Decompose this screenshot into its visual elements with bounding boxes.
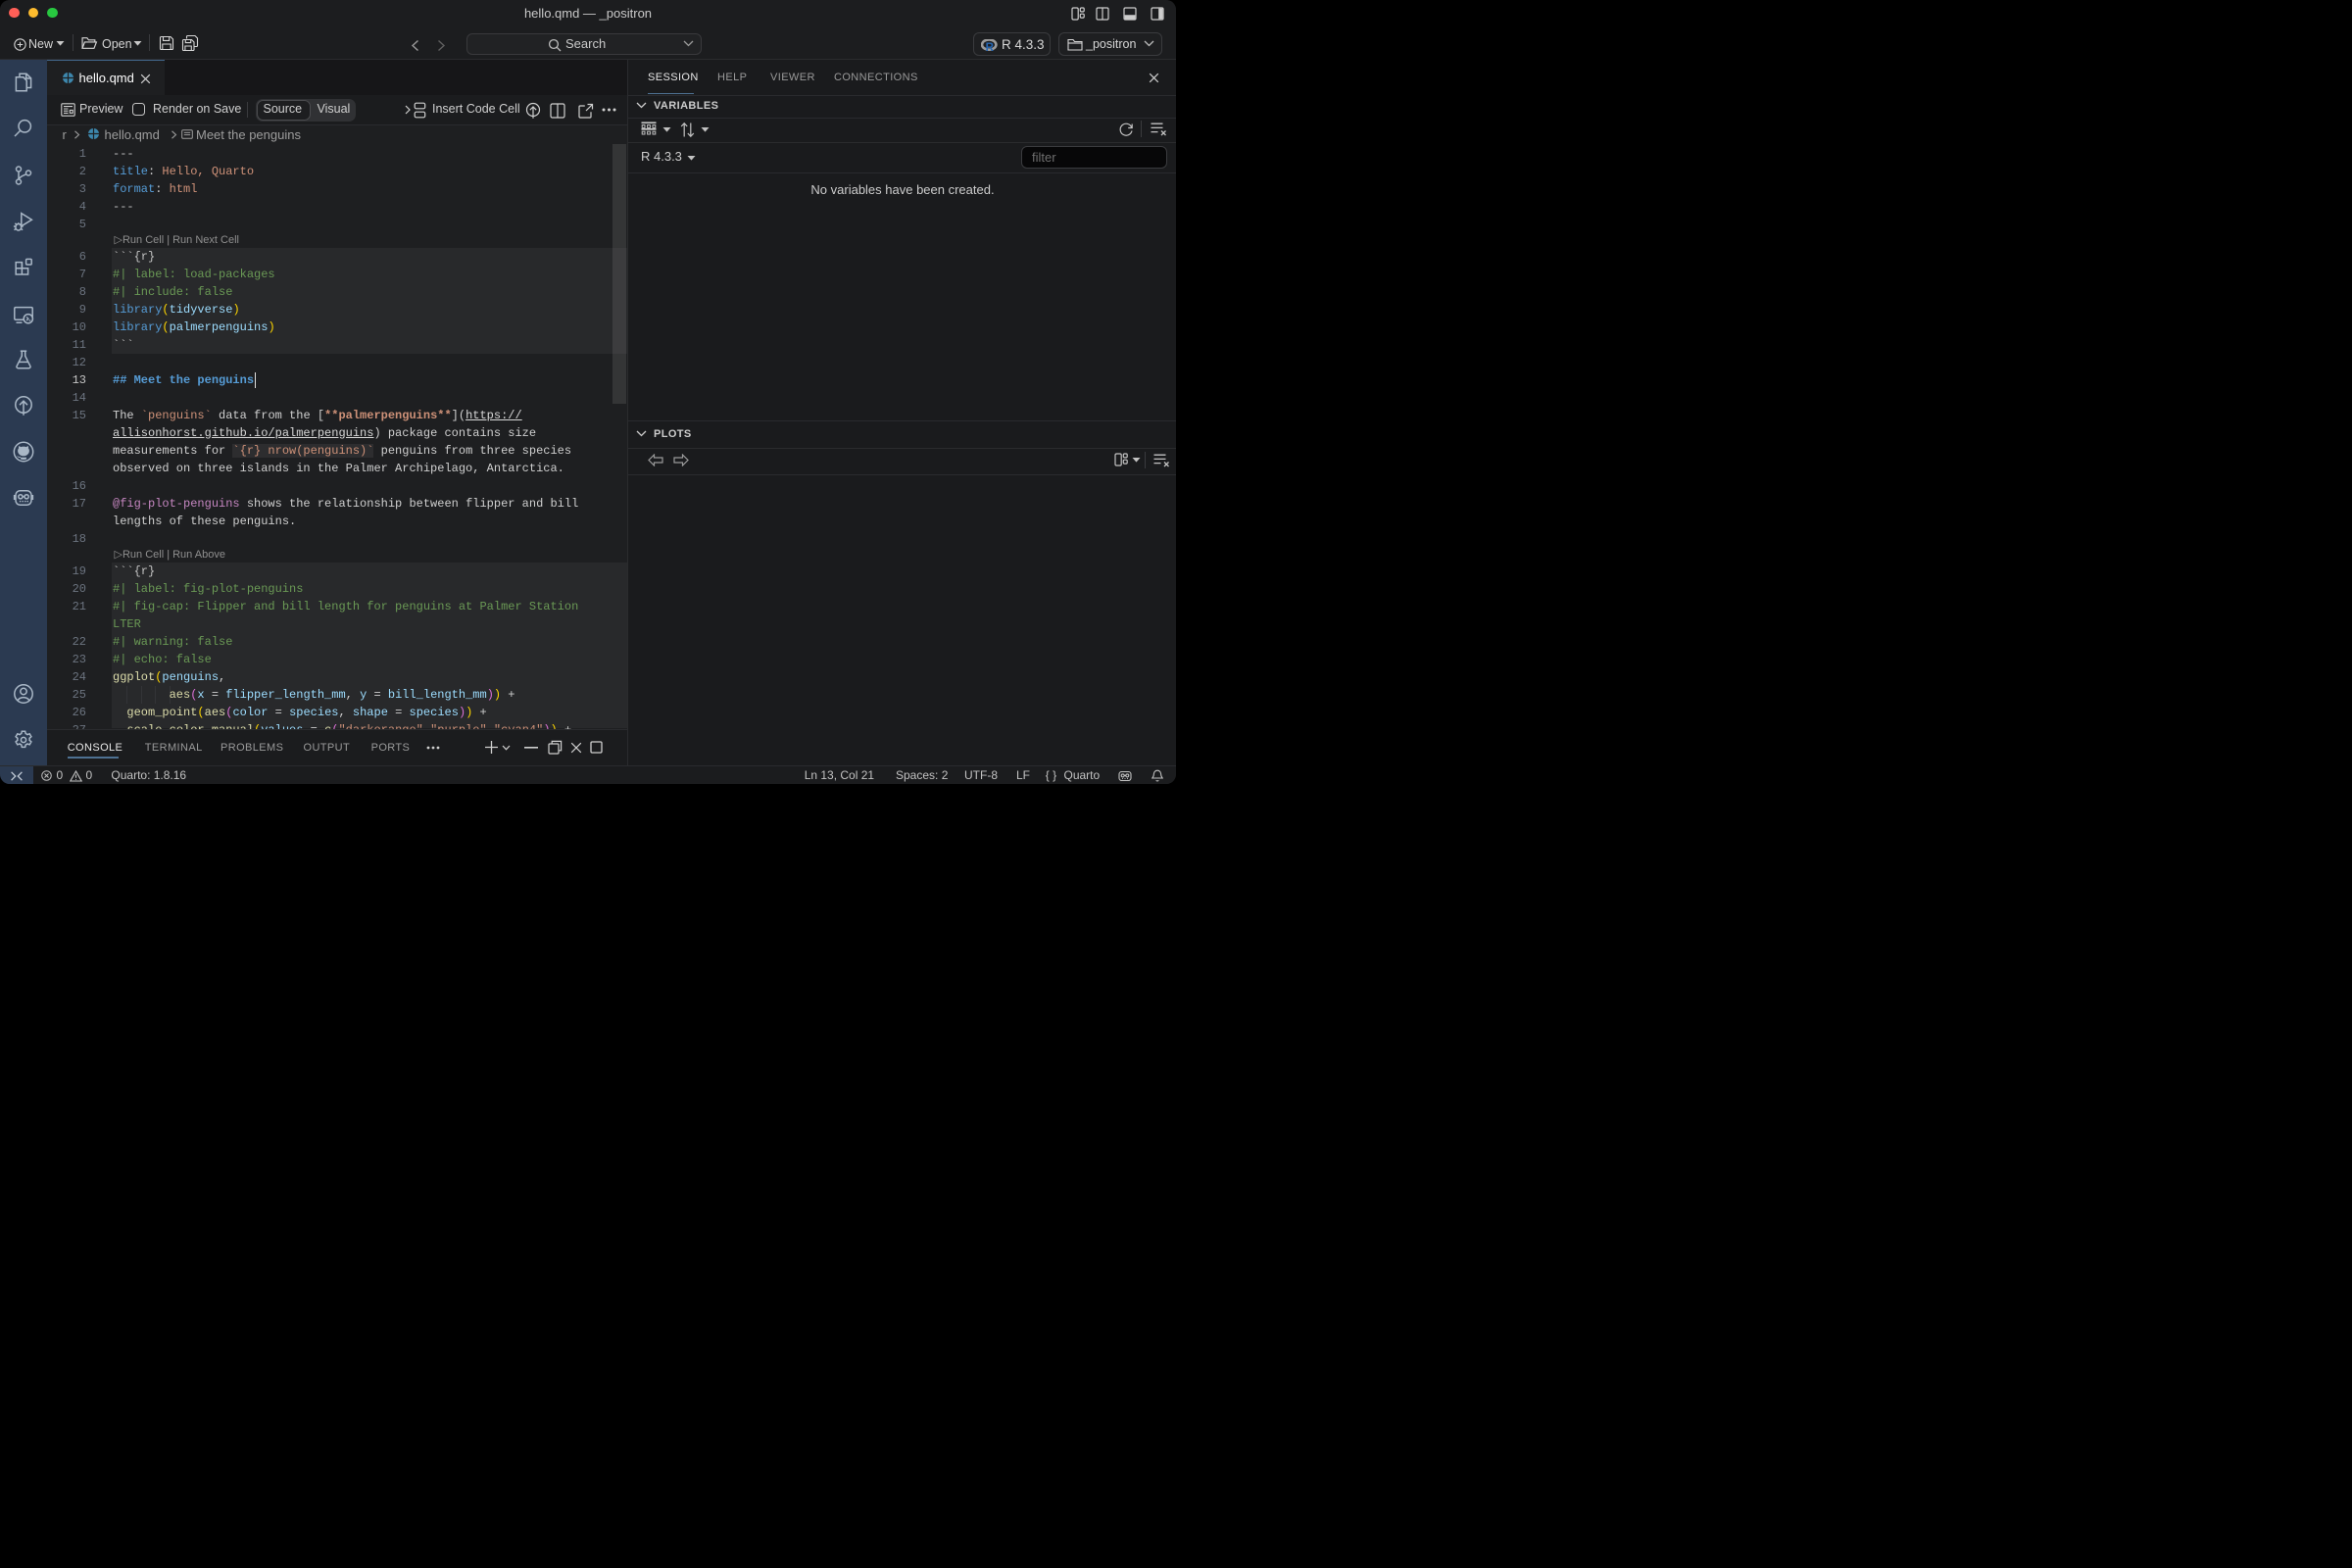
svg-text:R: R	[986, 42, 995, 52]
